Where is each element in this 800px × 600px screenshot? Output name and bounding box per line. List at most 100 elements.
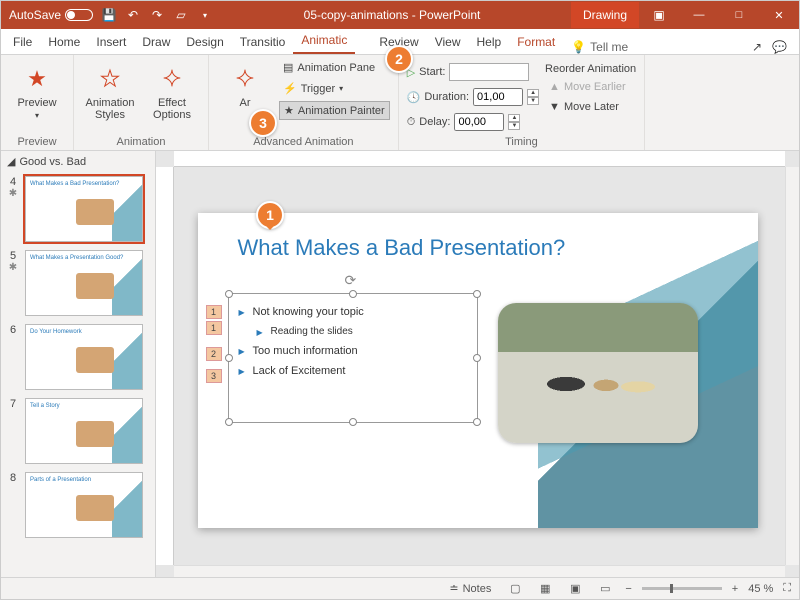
reading-view-icon[interactable]: ▣	[565, 581, 585, 597]
ribbon-display-icon[interactable]: ▣	[639, 1, 679, 29]
trigger-button[interactable]: ⚡Trigger▾	[279, 80, 390, 97]
tab-file[interactable]: File	[5, 30, 40, 54]
tab-animations[interactable]: Animatic	[293, 28, 355, 54]
thumbnail-row[interactable]: 8 Parts of a Presentation	[1, 468, 155, 542]
tab-transitions[interactable]: Transitio	[232, 30, 294, 54]
redo-icon[interactable]: ↷	[149, 7, 165, 23]
thumbnail-row[interactable]: 5✱ What Makes a Presentation Good?	[1, 246, 155, 320]
scrollbar-vertical[interactable]	[785, 167, 799, 565]
start-select[interactable]	[449, 63, 529, 81]
thumbnail-row[interactable]: 6 Do Your Homework	[1, 320, 155, 394]
slide-image[interactable]	[498, 303, 698, 443]
delay-label: Delay:	[419, 116, 450, 128]
animation-tag[interactable]: 3	[206, 369, 222, 383]
resize-handle[interactable]	[349, 418, 357, 426]
resize-handle[interactable]	[473, 418, 481, 426]
preview-icon: ★	[21, 63, 53, 95]
tab-insert[interactable]: Insert	[88, 30, 134, 54]
tab-format[interactable]: Format	[509, 30, 563, 54]
slide-number: 7	[7, 398, 19, 464]
delay-spinner[interactable]: ▲▼	[508, 114, 520, 130]
thumbnail-panel: ◢Good vs. Bad 4✱ What Makes a Bad Presen…	[1, 151, 156, 579]
undo-icon[interactable]: ↶	[125, 7, 141, 23]
zoom-level[interactable]: 45 %	[748, 583, 773, 595]
slide-editor[interactable]: What Makes a Bad Presentation? 1 1 2 3 ⟳…	[156, 151, 799, 579]
slide-sorter-icon[interactable]: ▦	[535, 581, 555, 597]
resize-handle[interactable]	[225, 418, 233, 426]
animation-styles-button[interactable]: ★ Animation Styles	[82, 59, 138, 121]
fit-to-window-icon[interactable]: ⛶	[783, 582, 791, 595]
notes-button[interactable]: ≐ Notes	[445, 580, 495, 597]
drawing-mode-tab[interactable]: Drawing	[571, 2, 639, 28]
slide-number: 8	[7, 472, 19, 538]
slide-thumbnail[interactable]: What Makes a Bad Presentation?	[25, 176, 143, 242]
resize-handle[interactable]	[473, 290, 481, 298]
thumbnail-row[interactable]: 7 Tell a Story	[1, 394, 155, 468]
slide-thumbnail[interactable]: What Makes a Presentation Good?	[25, 250, 143, 316]
effect-options-icon: ✦	[156, 63, 188, 95]
document-title: 05-copy-animations - PowerPoint	[213, 8, 571, 22]
resize-handle[interactable]	[225, 354, 233, 362]
rotate-handle-icon[interactable]: ⟳	[345, 272, 357, 289]
zoom-slider[interactable]	[642, 587, 722, 590]
slide-thumbnail[interactable]: Do Your Homework	[25, 324, 143, 390]
group-timing-label: Timing	[407, 134, 636, 148]
section-header[interactable]: ◢Good vs. Bad	[1, 151, 155, 172]
tab-design[interactable]: Design	[178, 30, 231, 54]
maximize-button[interactable]: □	[719, 1, 759, 29]
slide-canvas[interactable]: What Makes a Bad Presentation? 1 1 2 3 ⟳…	[198, 213, 758, 528]
slideshow-icon[interactable]: ▭	[595, 581, 615, 597]
animation-pane-button[interactable]: ▤Animation Pane	[279, 59, 390, 76]
close-button[interactable]: ✕	[759, 1, 799, 29]
tell-me-search[interactable]: 💡 Tell me	[571, 40, 628, 54]
tab-home[interactable]: Home	[40, 30, 88, 54]
slide-thumbnail[interactable]: Tell a Story	[25, 398, 143, 464]
tab-help[interactable]: Help	[469, 30, 510, 54]
move-later-button[interactable]: ▼Move Later	[545, 99, 636, 115]
tab-draw[interactable]: Draw	[134, 30, 178, 54]
slide-title[interactable]: What Makes a Bad Presentation?	[238, 235, 566, 261]
bullet-item[interactable]: Not knowing your topic	[253, 306, 465, 318]
share-icon[interactable]: ↗	[752, 40, 762, 54]
zoom-out-button[interactable]: −	[625, 583, 631, 595]
tutorial-callout-2: 2	[385, 45, 413, 73]
thumbnail-row[interactable]: 4✱ What Makes a Bad Presentation?	[1, 172, 155, 246]
save-icon[interactable]: 💾	[101, 7, 117, 23]
preview-button[interactable]: ★ Preview▾	[9, 59, 65, 120]
resize-handle[interactable]	[473, 354, 481, 362]
start-label: Start:	[419, 66, 445, 78]
delay-input[interactable]	[454, 113, 504, 131]
minimize-button[interactable]: —	[679, 1, 719, 29]
workspace: ◢Good vs. Bad 4✱ What Makes a Bad Presen…	[1, 151, 799, 579]
bullet-item[interactable]: Lack of Excitement	[253, 365, 465, 377]
group-preview-label: Preview	[9, 134, 65, 148]
tab-hidden[interactable]	[355, 44, 371, 54]
bullet-item[interactable]: Too much information	[253, 345, 465, 357]
autosave-toggle[interactable]: AutoSave	[9, 8, 93, 22]
effect-options-button[interactable]: ✦ Effect Options	[144, 59, 200, 121]
start-slideshow-icon[interactable]: ▱	[173, 7, 189, 23]
duration-input[interactable]	[473, 88, 523, 106]
duration-spinner[interactable]: ▲▼	[527, 89, 539, 105]
resize-handle[interactable]	[225, 290, 233, 298]
content-textbox[interactable]: ⟳ Not knowing your topic Reading the sli…	[228, 293, 478, 423]
animation-tag[interactable]: 1	[206, 321, 222, 335]
ruler-horizontal	[174, 151, 785, 167]
animation-painter-button[interactable]: ★Animation Painter	[279, 101, 390, 120]
animation-tag[interactable]: 1	[206, 305, 222, 319]
group-animation-label: Animation	[82, 134, 200, 148]
resize-handle[interactable]	[349, 290, 357, 298]
tab-view[interactable]: View	[427, 30, 469, 54]
slide-number: 4✱	[7, 176, 19, 242]
qat-more-icon[interactable]: ▾	[197, 7, 213, 23]
zoom-in-button[interactable]: +	[732, 583, 738, 595]
comments-icon[interactable]: 💬	[772, 40, 787, 54]
slide-thumbnail[interactable]: Parts of a Presentation	[25, 472, 143, 538]
add-animation-button[interactable]: ✦ Ar	[217, 59, 273, 109]
bullet-item[interactable]: Reading the slides	[271, 326, 465, 337]
animation-tag[interactable]: 2	[206, 347, 222, 361]
status-bar: ≐ Notes ▢ ▦ ▣ ▭ − + 45 % ⛶	[1, 577, 799, 599]
normal-view-icon[interactable]: ▢	[505, 581, 525, 597]
move-later-icon: ▼	[549, 101, 560, 113]
move-earlier-icon: ▲	[549, 81, 560, 93]
